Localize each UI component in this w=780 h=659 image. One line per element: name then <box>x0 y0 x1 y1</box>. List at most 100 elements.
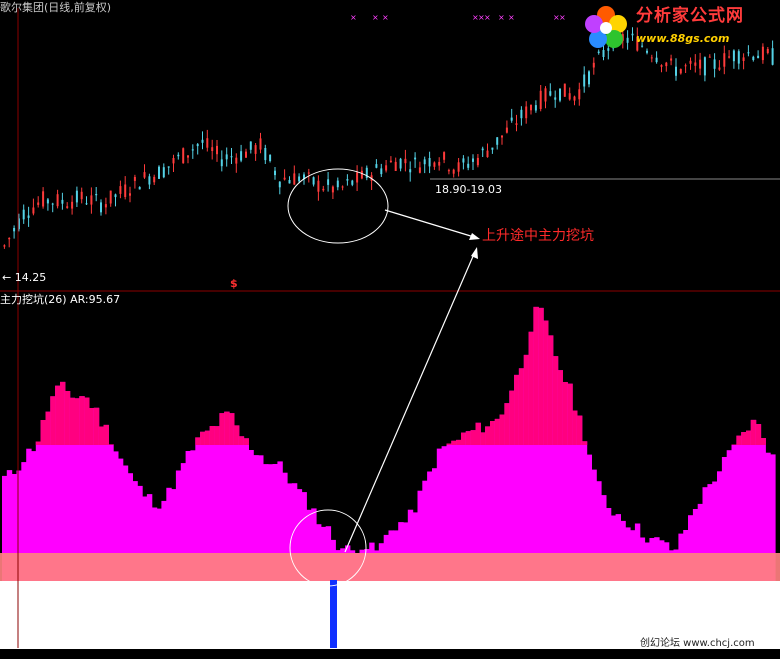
candle-body <box>385 165 388 171</box>
signal-marker: × <box>350 13 357 22</box>
candle-body <box>713 59 716 69</box>
candle-body <box>293 173 296 185</box>
indicator-bar-peak <box>233 425 240 445</box>
candle-body <box>510 117 513 121</box>
indicator-bar-series <box>0 306 780 649</box>
candle-body <box>269 154 272 161</box>
indicator-bar-peak <box>446 443 452 445</box>
logo-text: 分析家公式网 <box>636 6 744 26</box>
candle-body <box>457 162 460 172</box>
candle-body <box>462 158 465 163</box>
candle-body <box>563 83 566 97</box>
candle-body <box>399 158 402 169</box>
candle-body <box>525 106 528 119</box>
signal-marker: × <box>508 13 515 22</box>
indicator-bar-peak <box>243 438 249 445</box>
indicator-bar-peak <box>40 420 46 445</box>
indicator-bar-peak <box>465 431 472 445</box>
indicator-bar-peak <box>451 440 457 445</box>
indicator-bar-peak <box>490 421 496 445</box>
indicator-bar-peak <box>229 413 235 445</box>
indicator-bar-peak <box>60 381 66 445</box>
indicator-bar-peak <box>518 368 525 445</box>
candle-body <box>225 154 228 160</box>
candle-body <box>742 57 745 61</box>
indicator-bar-peak <box>84 397 90 445</box>
candle-body <box>708 56 711 58</box>
candle-body <box>757 55 760 59</box>
indicator-bar-peak <box>209 426 216 445</box>
candle-body <box>278 181 281 188</box>
candle-body <box>158 166 160 179</box>
indicator-bar-peak <box>494 418 501 445</box>
candle-body <box>481 148 484 151</box>
annotation-label: 上升途中主力挖坑 <box>482 228 594 244</box>
indicator-bar-peak <box>35 441 42 445</box>
indicator-bar-peak <box>755 424 762 445</box>
candle-body <box>404 158 407 164</box>
candle-body <box>394 161 397 171</box>
candle-body <box>699 59 702 69</box>
candle-body <box>211 147 214 151</box>
candle-body <box>13 228 16 232</box>
candle-body <box>351 180 354 185</box>
indicator-bar-peak <box>93 407 100 445</box>
indicator-bar-peak <box>504 403 510 445</box>
candle-body <box>182 148 185 164</box>
indicator-title: 主力挖坑(26) AR:95.67 <box>0 293 121 306</box>
candle-body <box>51 203 54 205</box>
indicator-bar-peak <box>214 426 220 445</box>
indicator-bar-peak <box>557 370 563 445</box>
indicator-bar-peak <box>69 397 75 445</box>
indicator-bar-peak <box>79 396 85 445</box>
candle-body <box>230 156 233 158</box>
indicator-bar-peak <box>200 431 206 445</box>
salmon-band <box>0 553 780 581</box>
price-range-label: 18.90-19.03 <box>435 183 502 196</box>
logo-url: www.88gs.com <box>636 32 730 45</box>
indicator-bar-peak <box>523 354 530 445</box>
candle-body <box>346 179 349 181</box>
indicator-bar-peak <box>204 430 211 445</box>
candle-body <box>8 238 11 240</box>
candle-body <box>129 193 131 196</box>
candle-body <box>177 154 180 157</box>
indicator-bar-peak <box>461 432 467 445</box>
indicator-bar-peak <box>741 432 747 445</box>
candle-body <box>501 135 503 138</box>
candle-body <box>61 199 64 204</box>
candle-body <box>100 202 102 213</box>
candle-body <box>114 194 117 198</box>
candle-body <box>201 139 204 143</box>
indicator-bar-peak <box>736 435 742 445</box>
candle-body <box>283 177 286 180</box>
candle-body <box>438 161 441 166</box>
candle-body <box>138 187 141 190</box>
candle-body <box>728 56 731 58</box>
arrow-head-upper <box>469 233 480 240</box>
candle-body <box>583 74 586 87</box>
candle-body <box>322 188 325 191</box>
indicator-bar-peak <box>567 383 573 445</box>
low-price-label: ← 14.25 <box>2 271 47 284</box>
signal-marker: × <box>382 13 389 22</box>
indicator-bar-peak <box>475 422 481 445</box>
candle-body <box>650 57 653 59</box>
candle-body <box>167 166 170 168</box>
candle-body <box>220 159 223 167</box>
candle-body <box>539 90 542 109</box>
indicator-bar-peak <box>760 438 766 445</box>
candle-body <box>240 151 243 161</box>
signal-marker: × <box>498 13 505 22</box>
candle-body <box>476 157 479 166</box>
candle-body <box>274 170 276 176</box>
candle-body <box>37 202 40 205</box>
chart-title: 歌尔集团(日线,前复权) <box>0 1 112 14</box>
candle-body <box>109 190 112 204</box>
candle-body <box>675 66 677 76</box>
candle-body <box>153 176 156 183</box>
indicator-bar-peak <box>499 414 505 445</box>
candle-body <box>90 195 93 205</box>
candle-body <box>22 209 25 220</box>
candle-body <box>249 141 252 150</box>
